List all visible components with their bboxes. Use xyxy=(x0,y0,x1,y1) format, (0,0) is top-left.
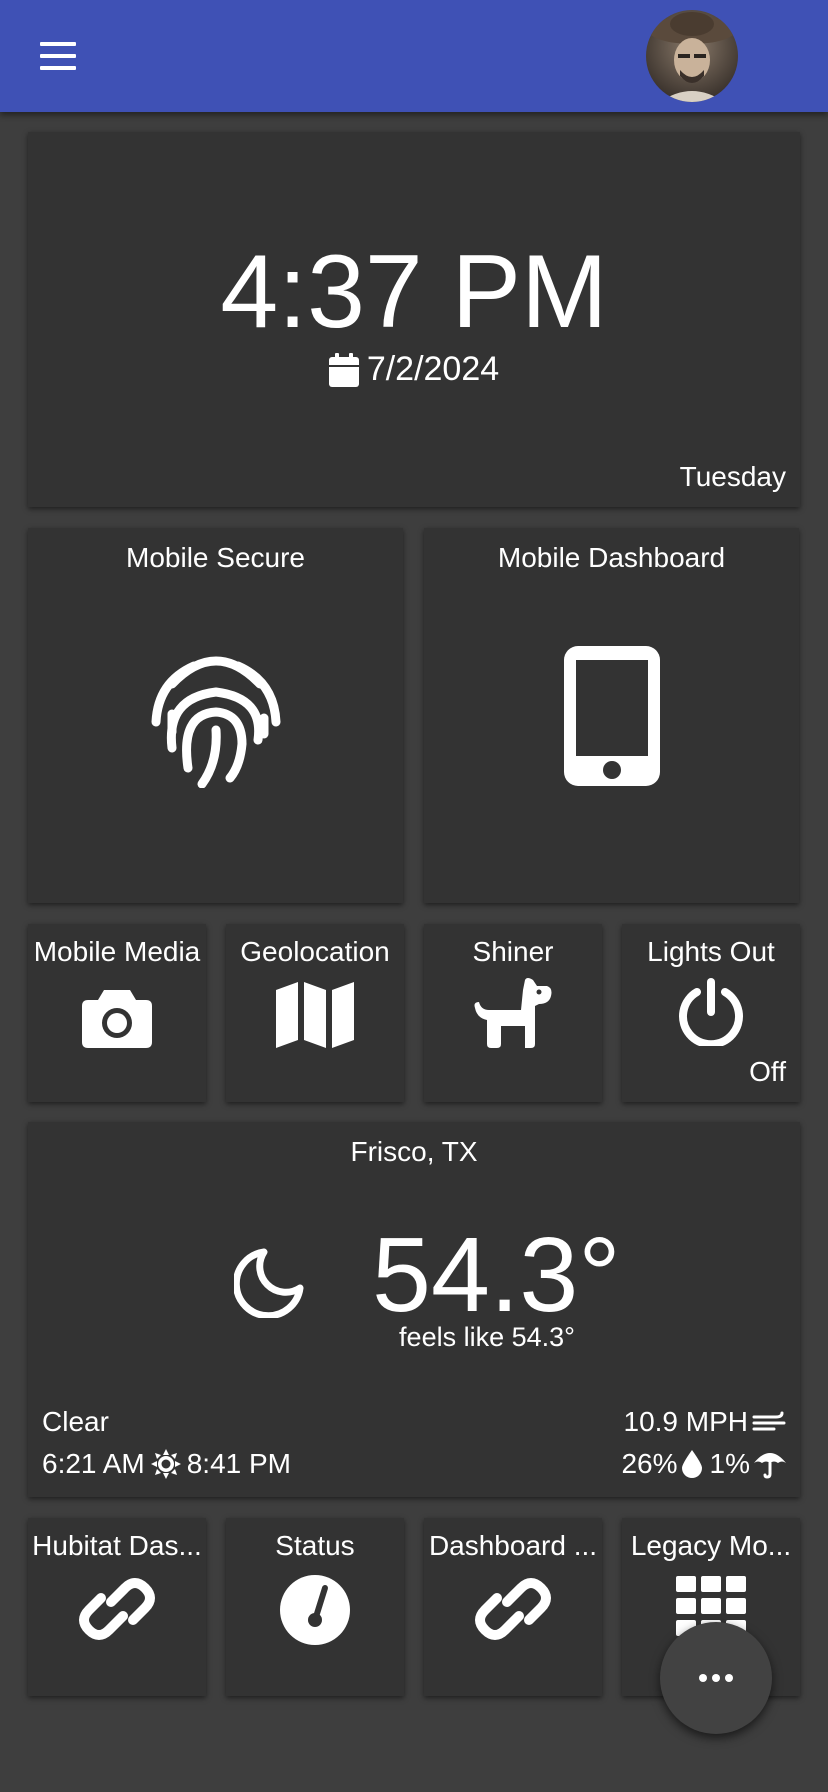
tile-title: Mobile Secure xyxy=(126,542,305,573)
tile-title: Mobile Dashboard xyxy=(497,542,726,573)
tile-title: Mobile Media xyxy=(33,936,201,967)
more-options-button[interactable] xyxy=(660,1622,772,1734)
status-tile[interactable]: Status xyxy=(226,1518,404,1696)
link-icon xyxy=(79,1578,155,1640)
app-bar xyxy=(0,0,828,112)
clock-date: 7/2/2024 xyxy=(366,350,500,388)
fingerprint-icon xyxy=(151,656,280,788)
tile-title: Hubitat Das... xyxy=(32,1530,202,1561)
clock-tile[interactable]: 4:37 PM 7/2/2024 Tuesday xyxy=(28,132,800,507)
wind-icon xyxy=(752,1411,786,1431)
wind-speed: 10.9 MPH xyxy=(623,1406,749,1437)
link-icon xyxy=(475,1578,551,1640)
camera-icon xyxy=(82,990,152,1048)
calendar-icon xyxy=(328,352,359,387)
weather-wind: 10.9 MPH xyxy=(624,1406,787,1438)
tile-title: Legacy Mo... xyxy=(630,1530,792,1561)
user-avatar[interactable] xyxy=(646,10,738,102)
moon-icon xyxy=(234,1248,304,1318)
mobile-media-tile[interactable]: Mobile Media xyxy=(28,924,206,1102)
tile-title: Dashboard ... xyxy=(428,1530,598,1561)
weather-sun-times: 6:21 AM 8:41 PM xyxy=(42,1448,291,1480)
sunset-time: 8:41 PM xyxy=(186,1448,292,1479)
water-drop-icon xyxy=(681,1450,702,1478)
menu-icon-line xyxy=(40,66,76,70)
gauge-icon xyxy=(280,1575,350,1645)
power-icon xyxy=(679,978,743,1046)
precip-chance: 1% xyxy=(709,1448,750,1479)
weather-precip: 26% 1% xyxy=(621,1448,786,1480)
tile-title: Lights Out xyxy=(647,936,775,967)
weather-condition: Clear xyxy=(42,1406,109,1437)
weather-temperature: 54.3° xyxy=(372,1216,621,1334)
map-icon xyxy=(276,982,354,1048)
tile-title: Status xyxy=(275,1530,355,1561)
weather-location: Frisco, TX xyxy=(350,1136,478,1167)
more-horizontal-icon xyxy=(699,1674,733,1682)
menu-button[interactable] xyxy=(40,42,80,72)
shiner-tile[interactable]: Shiner xyxy=(424,924,602,1102)
tile-title: Geolocation xyxy=(240,936,390,967)
weather-tile[interactable]: Frisco, TX 54.3° feels like 54.3° Clear … xyxy=(28,1122,800,1497)
smartphone-icon xyxy=(563,646,660,786)
menu-icon xyxy=(40,42,76,46)
sun-icon xyxy=(150,1449,181,1479)
lights-out-state: Off xyxy=(749,1056,786,1087)
tile-title: Shiner xyxy=(472,936,554,967)
lights-out-tile[interactable]: Lights Out Off xyxy=(622,924,800,1102)
clock-day: Tuesday xyxy=(679,461,786,492)
menu-icon-line xyxy=(40,54,76,58)
clock-time: 4:37 PM xyxy=(220,234,608,350)
humidity-value: 26% xyxy=(621,1448,678,1479)
hubitat-dashboard-tile[interactable]: Hubitat Das... xyxy=(28,1518,206,1696)
geolocation-tile[interactable]: Geolocation xyxy=(226,924,404,1102)
mobile-secure-tile[interactable]: Mobile Secure xyxy=(28,528,403,903)
clock-date-row: 7/2/2024 xyxy=(28,350,800,389)
weather-feels-like: feels like 54.3° xyxy=(399,1322,575,1352)
sunrise-time: 6:21 AM xyxy=(42,1448,145,1479)
dashboard-link-tile[interactable]: Dashboard ... xyxy=(424,1518,602,1696)
umbrella-icon xyxy=(754,1453,786,1479)
dog-icon xyxy=(474,978,552,1048)
mobile-dashboard-tile[interactable]: Mobile Dashboard xyxy=(424,528,799,903)
